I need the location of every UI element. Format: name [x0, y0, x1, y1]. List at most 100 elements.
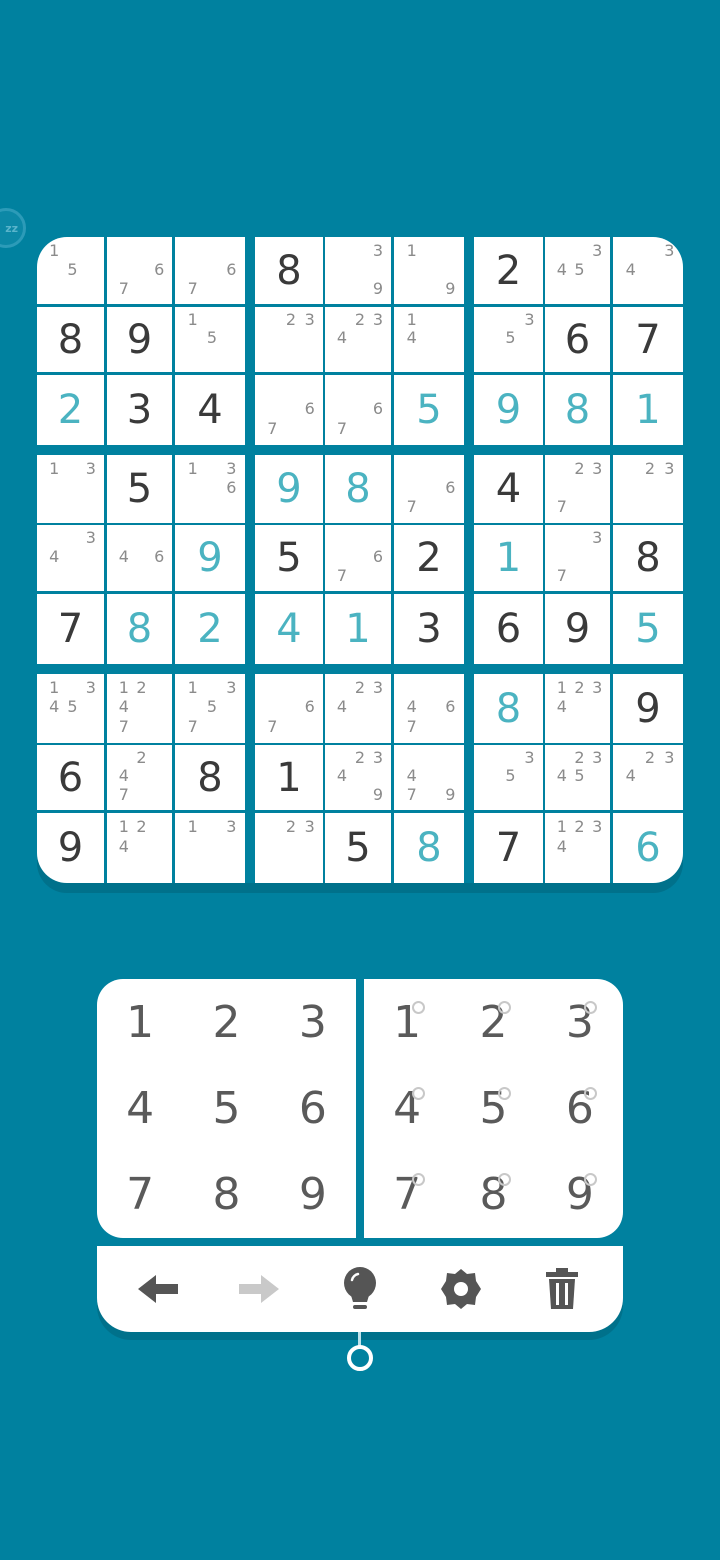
- cell-r3c9[interactable]: 1: [613, 375, 683, 445]
- cell-r7c7[interactable]: 8: [474, 674, 543, 743]
- cell-r9c2[interactable]: 124: [107, 813, 172, 883]
- number-key[interactable]: 6: [270, 1065, 356, 1151]
- cell-r8c1[interactable]: 6: [37, 745, 104, 810]
- cell-r2c9[interactable]: 7: [613, 307, 683, 372]
- cell-r6c9[interactable]: 5: [613, 594, 683, 664]
- cell-r8c2[interactable]: 247: [107, 745, 172, 810]
- note-key[interactable]: 6: [537, 1065, 623, 1151]
- number-key[interactable]: 3: [270, 979, 356, 1065]
- cell-r3c6[interactable]: 5: [394, 375, 464, 445]
- cell-r1c7[interactable]: 2: [474, 237, 543, 304]
- cell-r2c5[interactable]: 23 4: [325, 307, 391, 372]
- cell-r2c4[interactable]: 23: [255, 307, 323, 372]
- note-key[interactable]: 2: [450, 979, 536, 1065]
- delete-button[interactable]: [534, 1261, 590, 1317]
- cell-r1c3[interactable]: 67: [175, 237, 245, 304]
- number-key[interactable]: 9: [270, 1152, 356, 1238]
- note-key[interactable]: 9: [537, 1152, 623, 1238]
- cell-r8c5[interactable]: 23 4 9: [325, 745, 391, 810]
- cell-r3c5[interactable]: 67: [325, 375, 391, 445]
- cell-r2c1[interactable]: 8: [37, 307, 104, 372]
- cell-r5c4[interactable]: 5: [255, 525, 323, 591]
- hint-button[interactable]: [332, 1261, 388, 1317]
- cell-r8c3[interactable]: 8: [175, 745, 245, 810]
- cell-r4c3[interactable]: 1 36: [175, 455, 245, 523]
- cell-r5c2[interactable]: 46: [107, 525, 172, 591]
- note-key[interactable]: 8: [450, 1152, 536, 1238]
- cell-r9c7[interactable]: 7: [474, 813, 543, 883]
- cell-r6c3[interactable]: 2: [175, 594, 245, 664]
- cell-r8c8[interactable]: 23 45: [545, 745, 610, 810]
- number-key[interactable]: 1: [97, 979, 183, 1065]
- note-key[interactable]: 3: [537, 979, 623, 1065]
- cell-r8c9[interactable]: 23 4: [613, 745, 683, 810]
- note-key[interactable]: 7: [364, 1152, 450, 1238]
- cell-r1c4[interactable]: 8: [255, 237, 323, 304]
- cell-r4c8[interactable]: 23 7: [545, 455, 610, 523]
- cell-r6c5[interactable]: 1: [325, 594, 391, 664]
- undo-button[interactable]: [130, 1261, 186, 1317]
- number-key[interactable]: 7: [97, 1152, 183, 1238]
- cell-r9c3[interactable]: 13: [175, 813, 245, 883]
- cell-r7c2[interactable]: 1247: [107, 674, 172, 743]
- cell-r6c1[interactable]: 7: [37, 594, 104, 664]
- cell-r7c9[interactable]: 9: [613, 674, 683, 743]
- cell-r5c3[interactable]: 9: [175, 525, 245, 591]
- note-key[interactable]: 1: [364, 979, 450, 1065]
- cell-r9c4[interactable]: 23: [255, 813, 323, 883]
- cell-r5c9[interactable]: 8: [613, 525, 683, 591]
- cell-r4c4[interactable]: 9: [255, 455, 323, 523]
- cell-r9c5[interactable]: 5: [325, 813, 391, 883]
- cell-r4c2[interactable]: 5: [107, 455, 172, 523]
- cell-r8c7[interactable]: 35: [474, 745, 543, 810]
- cell-r3c4[interactable]: 67: [255, 375, 323, 445]
- cell-r7c3[interactable]: 1 357: [175, 674, 245, 743]
- number-key[interactable]: 4: [97, 1065, 183, 1151]
- cell-r2c3[interactable]: 15: [175, 307, 245, 372]
- cell-r3c1[interactable]: 2: [37, 375, 104, 445]
- note-key[interactable]: 5: [450, 1065, 536, 1151]
- settings-button[interactable]: [433, 1261, 489, 1317]
- cell-r9c8[interactable]: 123 4: [545, 813, 610, 883]
- cell-r8c6[interactable]: 47 9: [394, 745, 464, 810]
- cell-r1c8[interactable]: 3 45: [545, 237, 610, 304]
- cell-r6c2[interactable]: 8: [107, 594, 172, 664]
- cell-r2c6[interactable]: 14: [394, 307, 464, 372]
- cell-r4c7[interactable]: 4: [474, 455, 543, 523]
- cell-r7c8[interactable]: 123 4: [545, 674, 610, 743]
- cell-r5c8[interactable]: 37: [545, 525, 610, 591]
- cell-r7c6[interactable]: 4 6 7: [394, 674, 464, 743]
- cell-r9c9[interactable]: 6: [613, 813, 683, 883]
- cell-r5c6[interactable]: 2: [394, 525, 464, 591]
- cell-r5c1[interactable]: 34: [37, 525, 104, 591]
- cell-r3c3[interactable]: 4: [175, 375, 245, 445]
- cell-r6c8[interactable]: 9: [545, 594, 610, 664]
- cell-r2c7[interactable]: 35: [474, 307, 543, 372]
- cell-r9c1[interactable]: 9: [37, 813, 104, 883]
- cell-r4c6[interactable]: 67: [394, 455, 464, 523]
- cell-r1c9[interactable]: 34: [613, 237, 683, 304]
- sleep-button[interactable]: zz: [0, 208, 26, 248]
- cell-r8c4[interactable]: 1: [255, 745, 323, 810]
- cell-r4c9[interactable]: 23: [613, 455, 683, 523]
- cell-r3c2[interactable]: 3: [107, 375, 172, 445]
- cell-r1c5[interactable]: 39: [325, 237, 391, 304]
- cell-r2c2[interactable]: 9: [107, 307, 172, 372]
- drag-handle[interactable]: [347, 1345, 373, 1371]
- cell-r3c8[interactable]: 8: [545, 375, 610, 445]
- note-key[interactable]: 4: [364, 1065, 450, 1151]
- cell-r3c7[interactable]: 9: [474, 375, 543, 445]
- cell-r4c5[interactable]: 8: [325, 455, 391, 523]
- number-key[interactable]: 8: [183, 1152, 269, 1238]
- cell-r7c5[interactable]: 23 4: [325, 674, 391, 743]
- redo-button[interactable]: [231, 1261, 287, 1317]
- cell-r7c4[interactable]: 67: [255, 674, 323, 743]
- cell-r4c1[interactable]: 13: [37, 455, 104, 523]
- cell-r1c6[interactable]: 19: [394, 237, 464, 304]
- cell-r2c8[interactable]: 6: [545, 307, 610, 372]
- cell-r1c2[interactable]: 67: [107, 237, 172, 304]
- cell-r6c6[interactable]: 3: [394, 594, 464, 664]
- number-key[interactable]: 2: [183, 979, 269, 1065]
- cell-r5c7[interactable]: 1: [474, 525, 543, 591]
- cell-r6c4[interactable]: 4: [255, 594, 323, 664]
